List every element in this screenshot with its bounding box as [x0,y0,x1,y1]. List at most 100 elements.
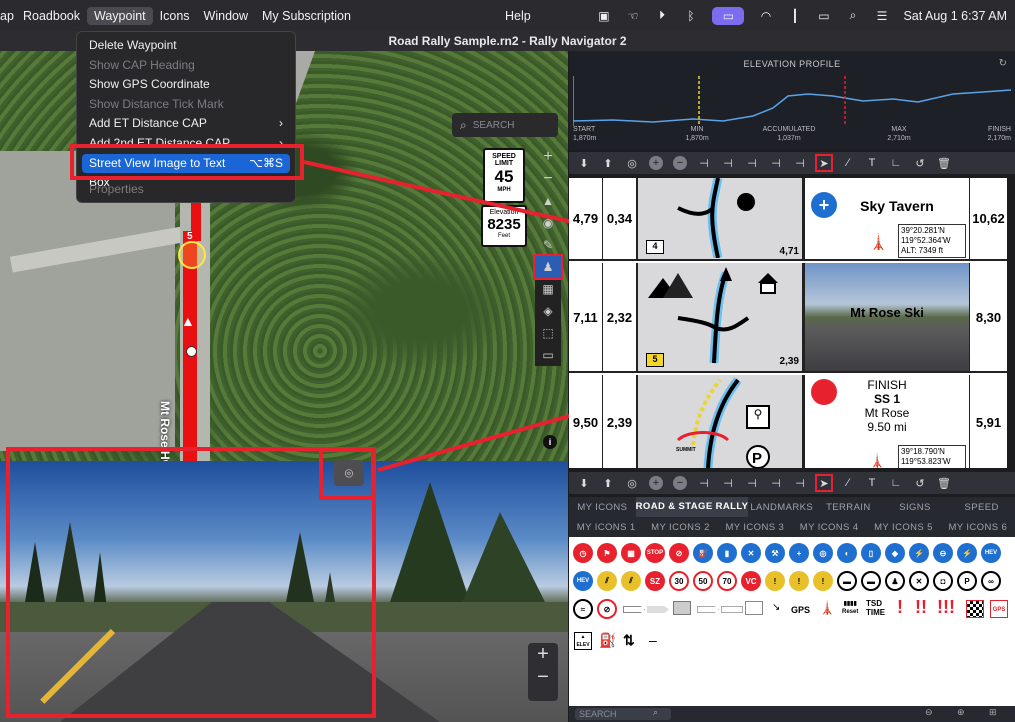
zoom-out-icon[interactable]: − [535,168,561,190]
trash-icon[interactable]: 🗑 [937,156,951,170]
red-flag-icon[interactable]: ⚑ [597,543,617,563]
note-cell[interactable]: + Sky Tavern 🗼 39°20.281'N 119°52.364'W AL… [805,178,970,259]
move-down-icon[interactable]: ⬇ [577,476,591,490]
library-search[interactable]: SEARCH ⌕ ⊖ ⊕ ⊞ [569,706,1015,722]
remove-icon[interactable]: − [673,476,687,490]
white-arrow-icon[interactable] [697,606,719,613]
vc-icon[interactable]: VC [741,571,761,591]
line-tool-icon[interactable]: ⊣ [697,476,711,490]
zoom-in-icon[interactable]: + [528,643,558,666]
eye-icon[interactable]: ◉ [535,212,561,234]
equalizer-icon[interactable]: ┃ [787,9,802,23]
tab-terrain[interactable]: TERRAIN [815,502,882,513]
wrench-icon[interactable]: ⚒ [765,543,785,563]
refresh-icon[interactable]: ↻ [999,58,1007,69]
street-view-person-icon[interactable]: ♟ [533,254,563,280]
line-tool-2-icon[interactable]: ⊣ [721,476,735,490]
speed-50-icon[interactable]: 50 [693,571,713,591]
street-view-image-cell[interactable]: Mt Rose Ski [805,263,970,371]
hazard-2-icon[interactable]: ! [789,571,809,591]
undo-icon[interactable]: ↺ [913,476,927,490]
line-tool-2-icon[interactable]: ⊣ [721,156,735,170]
corner-icon[interactable]: ∟ [889,476,903,490]
binoculars-icon[interactable]: ∞ [981,571,1001,591]
exclamation-3-icon[interactable]: !!! [937,597,955,618]
menu-item-delete-waypoint[interactable]: Delete Waypoint [82,36,290,56]
grey-box-icon[interactable] [673,601,691,615]
search-icon[interactable]: ⌕ [845,8,860,22]
gps-label[interactable]: GPS [791,605,810,615]
line-tool-5-icon[interactable]: ⊣ [793,156,807,170]
target-icon[interactable]: ◎ [625,476,639,490]
zoom-out-icon[interactable]: − [528,666,558,689]
menu-help[interactable]: Help [498,7,538,25]
dash-icon[interactable]: – [649,632,657,648]
target-icon[interactable]: ◎ [625,156,639,170]
radio-tower-icon[interactable]: 🗼 [819,600,835,616]
trash-icon[interactable]: 🗑 [937,476,951,490]
menu-app[interactable]: ap [0,7,16,25]
roadbook-row[interactable]: 9,50 2,39 P SUMMIT ⚲ FINISH SS 1 Mt Rose… [569,375,1007,468]
tab-my-icons-3[interactable]: MY ICONS 3 [718,522,792,533]
no-rock-icon[interactable]: ⊘ [597,599,617,619]
tools-icon[interactable]: ✕ [741,543,761,563]
compass-icon[interactable]: ▲ [535,190,561,212]
wifi-icon[interactable]: ◠ [758,9,773,23]
no-entry-icon[interactable]: ⊖ [933,543,953,563]
pointer-icon[interactable]: ☜ [625,9,640,23]
checkered-box-icon[interactable] [966,600,984,618]
layers-icon[interactable]: ◈ [535,300,561,322]
menu-my-subscription[interactable]: My Subscription [255,7,358,25]
zoom-in-icon[interactable]: + [535,146,561,168]
fuel-pump-icon[interactable]: ⛽ [599,632,616,649]
brush-icon[interactable]: ∕ [841,156,855,170]
tab-road-stage-rally[interactable]: ROAD & STAGE RALLY [635,497,749,517]
arrow-shape-2-icon[interactable] [647,606,669,613]
menu-item-show-distance-tick-mark[interactable]: Show Distance Tick Mark [82,95,290,115]
waypoint-marker[interactable] [178,241,206,269]
tulip-diagram[interactable]: 4 4,71 [638,178,805,259]
tab-my-icons-6[interactable]: MY ICONS 6 [941,522,1015,533]
ruler-icon[interactable]: ▭ [535,344,561,366]
tab-my-icons-1[interactable]: MY ICONS 1 [569,522,643,533]
menu-icons[interactable]: Icons [153,7,197,25]
water-icon[interactable]: ▮ [717,543,737,563]
battery-icon[interactable]: ▭ [816,9,831,23]
play-icon[interactable]: ⏵ [654,8,669,22]
person-icon[interactable]: ♟ [885,571,905,591]
menu-item-show-cap-heading[interactable]: Show CAP Heading [82,56,290,76]
truck-icon[interactable]: ▬ [861,571,881,591]
clock[interactable]: Sat Aug 1 6:37 AM [903,9,1007,23]
tab-my-icons-5[interactable]: MY ICONS 5 [866,522,940,533]
menu-waypoint[interactable]: Waypoint [87,6,153,25]
small-arrow-icon[interactable]: ↘ [772,602,780,613]
white-arrow-2-icon[interactable] [721,606,743,613]
no-overtaking-icon[interactable]: ⊘ [669,543,689,563]
finish-note[interactable]: FINISH SS 1 Mt Rose 9.50 mi 🗼 39°18.790'… [805,375,970,468]
white-box-icon[interactable] [745,601,763,615]
tab-my-icons-2[interactable]: MY ICONS 2 [643,522,717,533]
tab-signs[interactable]: SIGNS [882,502,949,513]
fuel-icon[interactable]: ⛽ [693,543,713,563]
exclamation-1-icon[interactable]: ! [897,597,903,618]
hev-icon[interactable]: HEV [981,543,1001,563]
lightning-icon[interactable]: ⚡ [909,543,929,563]
text-icon[interactable]: T [865,476,879,490]
info-icon[interactable]: i [543,435,557,449]
stop-sign-icon[interactable]: STOP [645,543,665,563]
move-down-icon[interactable]: ⬇ [577,156,591,170]
reset-counter-icon[interactable]: ▮▮▮▮ Reset [842,600,858,616]
zoom-in-icon[interactable]: ⊕ [957,707,965,718]
camera-icon[interactable]: ⌾ [334,460,364,486]
speed-30-icon[interactable]: 30 [669,571,689,591]
add-icon[interactable]: + [649,476,663,490]
add-icon[interactable]: ⊞ [989,707,997,718]
menu-item-add-et-distance-cap[interactable]: Add ET Distance CAP › [82,114,290,134]
undo-icon[interactable]: ↺ [913,156,927,170]
roadbook-row[interactable]: 4,79 0,34 4 4,71 + Sky Tavern 🗼 39°20.28… [569,178,1007,261]
medical-cross-icon[interactable]: + [789,543,809,563]
line-tool-3-icon[interactable]: ⊣ [745,156,759,170]
line-tool-icon[interactable]: ⊣ [697,156,711,170]
pen-icon[interactable]: ✎ [535,234,561,256]
tsd-time-icon[interactable]: TSD TIME [866,599,885,617]
